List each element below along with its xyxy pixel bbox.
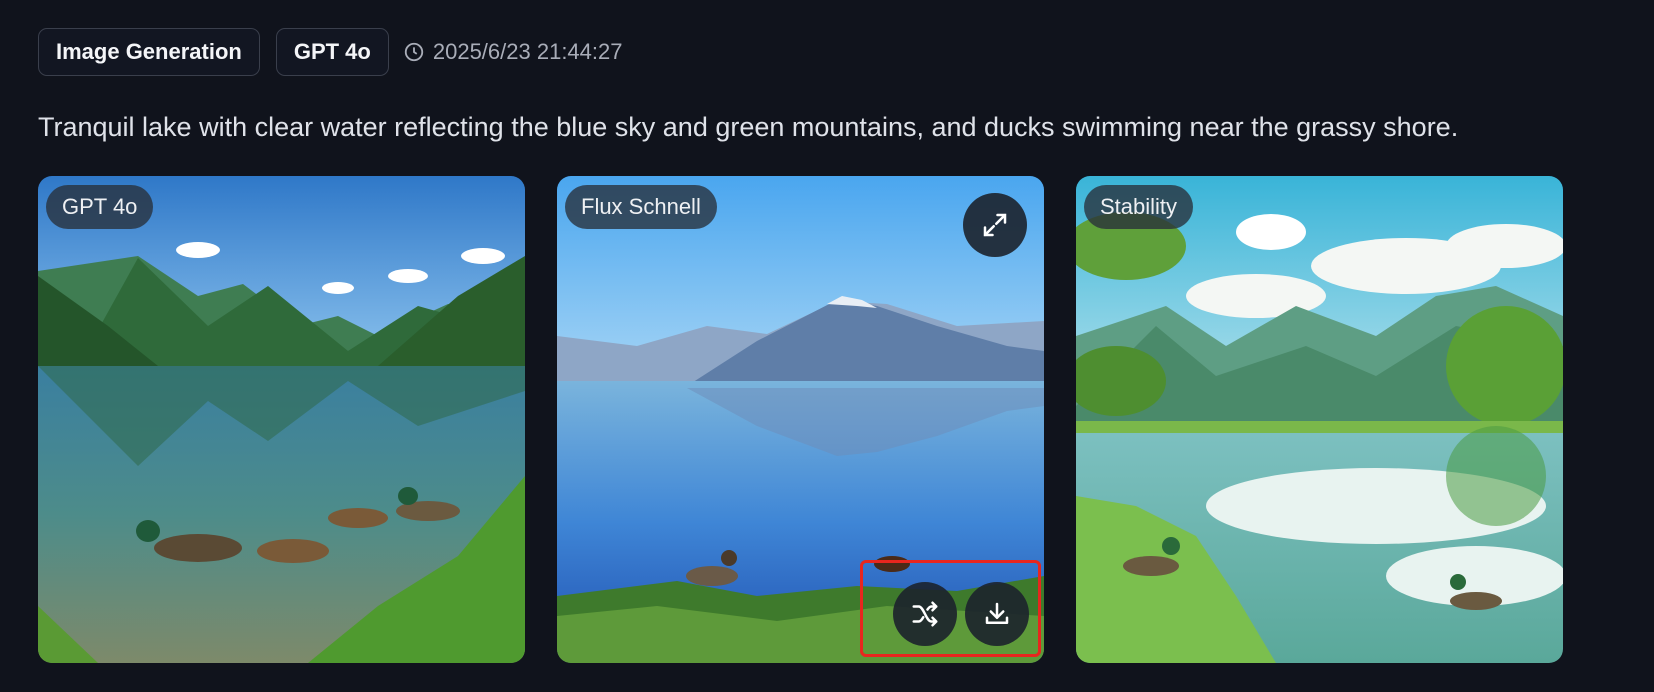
generated-image xyxy=(38,176,525,663)
download-icon xyxy=(985,602,1009,624)
timestamp-text: 2025/6/23 21:44:27 xyxy=(432,39,623,64)
model-label: Stability xyxy=(1084,185,1194,229)
timestamp: 2025/6/23 21:44:27 xyxy=(403,39,623,65)
model-label: GPT 4o xyxy=(46,185,154,229)
generated-image xyxy=(557,176,1044,663)
image-card-gpt4o[interactable]: GPT 4o xyxy=(38,176,525,663)
image-card-stability[interactable]: Stability xyxy=(1076,176,1563,663)
shuffle-icon xyxy=(912,601,938,627)
prompt-text: Tranquil lake with clear water reflectin… xyxy=(38,112,1459,142)
header-tags: Image Generation GPT 4o 2025/6/23 21:44:… xyxy=(38,28,622,76)
tag-model[interactable]: GPT 4o xyxy=(275,28,389,76)
tag-image-generation[interactable]: Image Generation xyxy=(38,28,260,76)
expand-button[interactable] xyxy=(963,193,1027,257)
generated-image xyxy=(1076,176,1563,663)
model-label: Flux Schnell xyxy=(565,185,717,229)
regenerate-button[interactable] xyxy=(893,582,957,646)
image-card-flux-schnell[interactable]: Flux Schnell xyxy=(557,176,1044,663)
expand-icon xyxy=(983,213,1007,237)
clock-icon xyxy=(404,42,424,62)
download-button[interactable] xyxy=(965,582,1029,646)
